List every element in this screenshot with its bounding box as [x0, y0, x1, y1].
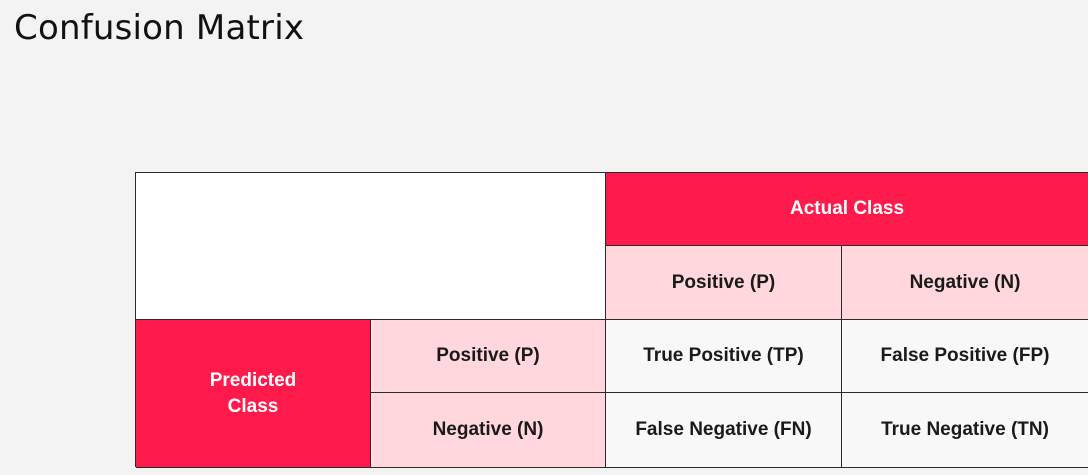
false-positive-cell: False Positive (FP) [842, 320, 1088, 393]
true-positive-label: True Positive (TP) [643, 345, 804, 367]
actual-class-header: Actual Class [606, 173, 1088, 246]
actual-class-label: Actual Class [789, 198, 905, 220]
predicted-class-header: Predicted Class [136, 320, 371, 468]
actual-negative-label: Negative (N) [909, 271, 1021, 293]
actual-positive-label: Positive (P) [671, 271, 776, 293]
predicted-negative-label: Negative (N) [432, 419, 544, 441]
actual-positive-header: Positive (P) [606, 246, 842, 320]
actual-negative-header: Negative (N) [842, 246, 1088, 320]
predicted-negative-header: Negative (N) [371, 393, 606, 468]
false-positive-label: False Positive (FP) [880, 345, 1050, 367]
true-negative-cell: True Negative (TN) [842, 393, 1088, 468]
false-negative-cell: False Negative (FN) [606, 393, 842, 468]
page-title: Confusion Matrix [14, 8, 305, 48]
predicted-positive-header: Positive (P) [371, 320, 606, 393]
empty-corner-cell [136, 173, 606, 320]
true-negative-label: True Negative (TN) [881, 419, 1049, 441]
predicted-positive-label: Positive (P) [436, 345, 540, 367]
true-positive-cell: True Positive (TP) [606, 320, 842, 393]
confusion-matrix-table: Actual Class Positive (P) Negative (N) P… [135, 172, 1088, 468]
predicted-class-label: Predicted Class [209, 369, 297, 417]
false-negative-label: False Negative (FN) [635, 419, 812, 441]
